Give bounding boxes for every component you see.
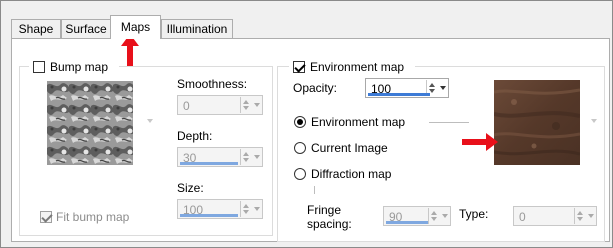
smoothness-field[interactable]: 0 [177, 95, 263, 115]
bump-map-checkbox[interactable] [33, 61, 45, 73]
fit-bump-map-checkbox[interactable] [40, 211, 52, 223]
fringe-level-bar [386, 221, 428, 224]
dialog-frame: Shape Surface Maps Illumination Bump map… [0, 0, 613, 248]
fringe-dropdown-icon[interactable] [441, 208, 449, 224]
fringe-spin-icon[interactable] [428, 208, 440, 224]
size-level-bar [180, 214, 238, 217]
radio-diffraction-map-label: Diffraction map [311, 167, 392, 181]
type-spin-icon[interactable] [574, 208, 586, 224]
smoothness-label: Smoothness: [177, 77, 248, 91]
depth-dropdown-icon[interactable] [253, 149, 261, 165]
smoothness-dropdown-icon[interactable] [253, 97, 261, 113]
tab-maps[interactable]: Maps [110, 15, 161, 39]
environment-map-label: Environment map [310, 60, 405, 74]
tab-surface[interactable]: Surface [61, 19, 111, 38]
opacity-field[interactable]: 100 [365, 78, 449, 98]
depth-field[interactable]: 30 [177, 147, 263, 167]
depth-level-bar [180, 162, 238, 165]
radio-environment-map-label: Environment map [311, 115, 406, 129]
red-arrow-up-icon [121, 34, 139, 70]
tab-shape[interactable]: Shape [11, 19, 61, 38]
radio-environment-map[interactable] [294, 116, 306, 128]
smoothness-spin-icon[interactable] [240, 97, 252, 113]
type-value: 0 [519, 210, 526, 224]
size-field[interactable]: 100 [177, 199, 263, 219]
bump-map-dropdown-icon[interactable] [147, 119, 153, 123]
radio-diffraction-map[interactable] [294, 168, 306, 180]
opacity-dropdown-icon[interactable] [439, 80, 447, 96]
type-dropdown-icon[interactable] [587, 208, 595, 224]
environment-map-dropdown-icon[interactable] [591, 119, 597, 123]
radio-current-image-label: Current Image [311, 141, 388, 155]
depth-spin-icon[interactable] [240, 149, 252, 165]
size-spin-icon[interactable] [240, 201, 252, 217]
red-arrow-right-icon [462, 133, 498, 151]
environment-map-preview[interactable] [494, 80, 580, 165]
tab-illumination[interactable]: Illumination [161, 19, 233, 38]
opacity-label: Opacity: [293, 81, 338, 95]
depth-label: Depth: [177, 129, 213, 143]
fringe-spacing-label-line1: Fringe [307, 203, 342, 217]
bump-map-header: Bump map [29, 59, 119, 75]
type-label: Type: [459, 207, 489, 221]
type-field[interactable]: 0 [513, 206, 597, 226]
diffraction-tick [314, 186, 315, 194]
fit-bump-map-label: Fit bump map [56, 210, 130, 224]
environment-map-divider [429, 122, 469, 123]
bump-map-label: Bump map [50, 60, 109, 74]
smoothness-value: 0 [183, 99, 190, 113]
radio-current-image[interactable] [294, 142, 306, 154]
size-label: Size: [177, 181, 204, 195]
bump-map-preview[interactable] [47, 81, 133, 165]
size-dropdown-icon[interactable] [253, 201, 261, 217]
fringe-spacing-field[interactable]: 90 [383, 206, 451, 226]
environment-map-header: Environment map [289, 59, 415, 75]
fringe-spacing-label-line2: spacing: [307, 217, 352, 231]
environment-map-checkbox[interactable] [293, 61, 305, 73]
opacity-level-bar [368, 93, 430, 96]
